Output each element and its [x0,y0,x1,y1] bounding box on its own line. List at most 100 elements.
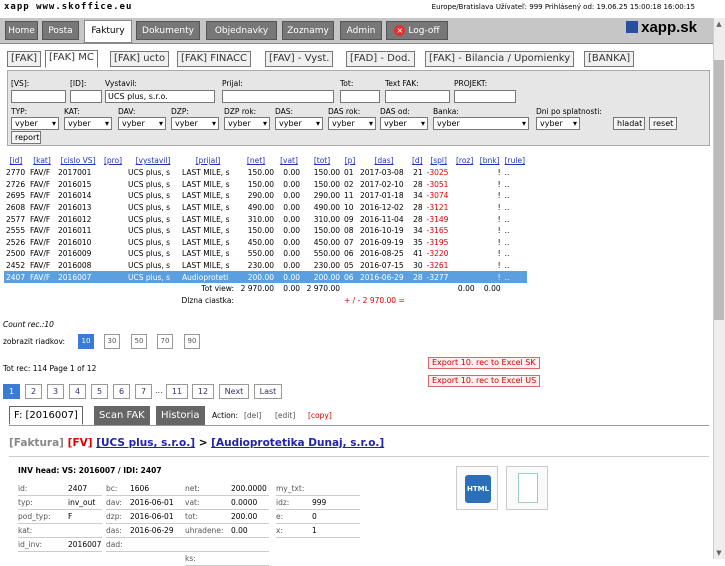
tab-scan-fak[interactable]: Scan FAK [94,406,150,425]
nav-dokumenty[interactable]: Dokumenty [136,21,200,40]
dav-select[interactable]: vyber [118,117,166,130]
prijal-input[interactable] [222,90,334,103]
col-header-id[interactable]: [id] [4,154,28,167]
col-header-d[interactable]: [d] [410,154,425,167]
col-header-cislo-vs[interactable]: [cislo VS] [56,154,100,167]
tab-historia[interactable]: Historia [156,406,205,425]
kat-select[interactable]: vyber [64,117,112,130]
table-row[interactable]: 2695 FAV/F 2016014 UCS plus, s LAST MILE, s 2… [4,190,527,202]
text-fak-input[interactable] [385,90,450,103]
breadcrumb-faktura[interactable]: [Faktura] [9,437,64,449]
page-11[interactable]: 11 [166,384,188,399]
nav-admin[interactable]: Admin [340,21,382,40]
rows-option-90[interactable]: 90 [184,334,200,349]
subtab-fav-vyst[interactable]: [FAV] - Vyst. [265,51,334,67]
subtab-banka[interactable]: [BANKA] [584,51,635,67]
rows-option-10[interactable]: 10 [78,334,94,349]
nav-zoznamy[interactable]: Zoznamy [282,21,334,40]
dzp-select[interactable]: vyber [171,117,219,130]
col-header-p[interactable]: [p] [342,154,358,167]
das-rok-select[interactable]: vyber [328,117,376,130]
nav-home[interactable]: Home [5,21,38,40]
col-header-prijal[interactable]: [prijal] [180,154,236,167]
report-button[interactable]: report [11,131,41,144]
col-header-pro[interactable]: [pro] [100,154,126,167]
rows-option-50[interactable]: 50 [131,334,147,349]
subtab-fak-ucto[interactable]: [FAK] ucto [110,51,170,67]
col-header-vystavil[interactable]: [vystavil] [126,154,180,167]
label-tot: Tot: [340,79,354,88]
table-row[interactable]: 2726 FAV/F 2016015 UCS plus, s LAST MILE, s 1… [4,179,527,191]
export-excel-sk-button[interactable]: Export 10. rec to Excel SK [428,357,540,369]
page-12[interactable]: 12 [192,384,214,399]
vs-input[interactable] [11,90,66,103]
reset-button[interactable]: reset [649,117,677,130]
col-header-das[interactable]: [das] [358,154,410,167]
nav-faktury[interactable]: Faktury [84,20,132,43]
table-row[interactable]: 2608 FAV/F 2016013 UCS plus, s LAST MILE, s 4… [4,202,527,214]
table-cell: 0.00 [283,179,300,189]
col-header-tot[interactable]: [tot] [302,154,342,167]
scroll-down-icon[interactable]: ▼ [714,548,724,558]
html-export-thumbnail[interactable]: HTML [456,466,498,510]
dni-po-splatnosti-select[interactable]: vyber [536,117,580,130]
table-row[interactable]: 2526 FAV/F 2016010 UCS plus, s LAST MILE, s 4… [4,237,527,249]
table-row[interactable]: 2770 FAV/F 2017001 UCS plus, s LAST MILE, s 1… [4,167,527,179]
das-select[interactable]: vyber [275,117,323,130]
scroll-up-icon[interactable]: ▲ [714,19,724,29]
edit-link[interactable]: [edit] [275,411,295,420]
scrollbar-thumb[interactable] [714,60,724,320]
page-1[interactable]: 1 [3,384,20,399]
table-row[interactable]: 2500 FAV/F 2016009 UCS plus, s LAST MILE, s 5… [4,248,527,260]
breadcrumb-from[interactable]: [UCS plus, s.r.o.] [96,437,195,449]
table-row[interactable]: 2577 FAV/F 2016012 UCS plus, s LAST MILE, s 3… [4,213,527,225]
rows-option-70[interactable]: 70 [157,334,173,349]
breadcrumb-to[interactable]: [Audioprotetika Dunaj, s.r.o.] [211,437,384,449]
page-6[interactable]: 6 [113,384,130,399]
nav-logoff[interactable]: × Log-off [386,21,448,40]
detail-key: bc: [106,484,118,493]
col-header-roz[interactable]: [roz] [453,154,477,167]
das-od-select[interactable]: vyber [380,117,428,130]
page-5[interactable]: 5 [91,384,108,399]
table-row[interactable]: 2452 FAV/F 2016008 UCS plus, s LAST MILE, s 2… [4,260,527,272]
projekt-input[interactable] [454,90,516,103]
subtab-fak[interactable]: [FAK] [7,51,42,67]
copy-link[interactable]: [copy] [308,411,332,420]
table-cell: 0.00 [276,271,302,283]
subtab-fak-mc[interactable]: [FAK] MC [45,50,98,68]
subtab-bilancia[interactable]: [FAK] - Bilancia / Upomienky [425,51,575,67]
nav-objednavky[interactable]: Objednavky [206,21,277,40]
typ-select[interactable]: vyber [11,117,59,130]
col-header-vat[interactable]: [vat] [276,154,302,167]
col-header-net[interactable]: [net] [236,154,276,167]
page-4[interactable]: 4 [69,384,86,399]
tot-input[interactable] [340,90,380,103]
page-next[interactable]: Next [219,384,249,399]
banka-select[interactable]: vyber [433,117,529,130]
tab-invoice[interactable]: F: [2016007] [9,406,83,425]
table-row[interactable]: 2407 FAV/F 2016007 UCS plus, s Audioproteti 2… [4,271,528,283]
page-2[interactable]: 2 [25,384,42,399]
dzp-rok-select[interactable]: vyber [224,117,270,130]
col-header-spl[interactable]: [spl] [425,154,453,167]
subtab-fad-dod[interactable]: [FAD] - Dod. [346,51,415,67]
nav-posta[interactable]: Posta [42,21,79,40]
breadcrumb-fv[interactable]: [FV] [68,437,93,449]
vystavil-input[interactable]: UCS plus, s.r.o. [105,90,215,103]
export-excel-us-button[interactable]: Export 10. rec to Excel US [428,375,541,387]
page-7[interactable]: 7 [135,384,152,399]
id-input[interactable] [70,90,102,103]
table-row[interactable]: 2555 FAV/F 2016011 UCS plus, s LAST MILE, s 1… [4,225,527,237]
col-header-kat[interactable]: [kat] [28,154,56,167]
detail-value: 0.00 [231,526,248,535]
del-link[interactable]: [del] [244,411,261,420]
document-thumbnail[interactable] [506,466,548,510]
hladat-button[interactable]: hladat [613,117,645,130]
rows-option-30[interactable]: 30 [104,334,120,349]
subtab-fak-finacc[interactable]: [FAK] FINACC [177,51,252,67]
page-last[interactable]: Last [254,384,282,399]
col-header-rule[interactable]: [rule] [503,154,527,167]
col-header-bnk[interactable]: [bnk] [477,154,503,167]
page-3[interactable]: 3 [47,384,64,399]
